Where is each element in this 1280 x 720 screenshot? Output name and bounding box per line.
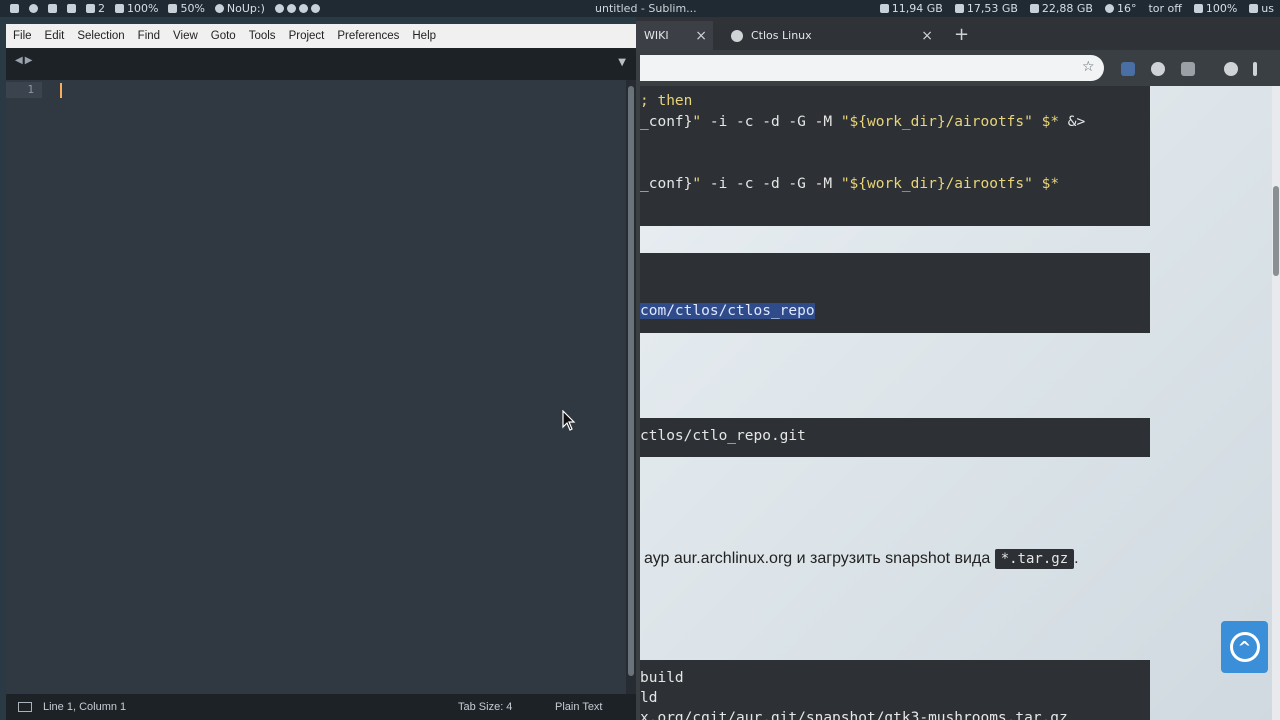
menu-goto[interactable]: Goto	[204, 24, 242, 48]
bookmark-star-icon[interactable]: ☆	[1082, 59, 1095, 75]
text-editor-area[interactable]: 1	[6, 80, 626, 694]
browser-tab-wiki[interactable]: WIKI ×	[636, 21, 713, 50]
prev-icon[interactable]	[274, 4, 284, 13]
page-scrollbar[interactable]	[1272, 86, 1280, 720]
browser-tab-strip: WIKI × Ctlos Linux × +	[636, 17, 1280, 50]
active-window-title: untitled - Sublim...	[595, 2, 697, 15]
menu-preferences[interactable]: Preferences	[330, 24, 405, 48]
editor-tab-bar: ◀▶ ▼	[6, 48, 636, 80]
workspace-indicator[interactable]: 2	[86, 2, 105, 15]
browser-tab-ctlos[interactable]: Ctlos Linux ×	[723, 21, 939, 50]
browser-window: WIKI × Ctlos Linux × + ☆ ; then _conf}" …	[636, 17, 1280, 720]
system-top-bar: 2 100% 50% NoUp:) untitled - Sublim... 1…	[0, 0, 1280, 17]
speaker-icon	[1193, 4, 1203, 13]
menu-icon[interactable]	[10, 4, 19, 13]
cpu-indicator: 100%	[115, 2, 158, 15]
keyboard-layout-indicator[interactable]: us	[1249, 2, 1274, 15]
disk-icon	[879, 4, 889, 13]
disk-indicator-1: 11,94 GB	[879, 2, 943, 15]
play-icon[interactable]	[286, 4, 296, 13]
temperature-indicator: 16°	[1104, 2, 1136, 15]
address-bar[interactable]	[640, 55, 1104, 81]
disk-indicator-2: 17,53 GB	[954, 2, 1018, 15]
memory-icon	[168, 4, 178, 13]
extension-icon[interactable]	[1151, 62, 1165, 76]
stop-icon[interactable]	[298, 4, 308, 13]
next-icon[interactable]	[310, 4, 320, 13]
chevron-up-icon: ^	[1229, 632, 1260, 662]
scrollbar-thumb[interactable]	[628, 86, 634, 676]
code-line: ctlos/ctlo_repo.git	[640, 428, 806, 444]
mouse-pointer-icon	[562, 410, 576, 431]
code-line: _conf}" -i -c -d -G -M "${work_dir}/airo…	[640, 114, 1086, 130]
inline-code: *.tar.gz	[994, 549, 1075, 569]
updates-indicator[interactable]: NoUp:)	[214, 2, 265, 15]
syntax-selector[interactable]: Plain Text	[555, 701, 603, 713]
keyboard-icon	[1249, 4, 1259, 13]
code-block: build ld x.org/cgit/aur.git/snapshot/gtk…	[640, 660, 1150, 720]
kebab-menu-icon[interactable]	[1253, 62, 1257, 76]
menu-project[interactable]: Project	[282, 24, 331, 48]
sublime-text-window: File Edit Selection Find View Goto Tools…	[6, 24, 636, 720]
menu-bar: File Edit Selection Find View Goto Tools…	[6, 24, 636, 48]
menu-view[interactable]: View	[166, 24, 204, 48]
menu-edit[interactable]: Edit	[38, 24, 71, 48]
code-block: com/ctlos/ctlos_repo	[640, 253, 1150, 333]
tor-indicator[interactable]: tor off	[1148, 2, 1181, 15]
refresh-icon	[214, 4, 224, 13]
code-line: x.org/cgit/aur.git/snapshot/gtk3-mushroo…	[640, 710, 1068, 720]
code-line: ld	[640, 690, 658, 706]
paragraph: аур aur.archlinux.org и загрузить snapsh…	[644, 549, 1079, 569]
panel-toggle-icon[interactable]	[18, 702, 32, 712]
code-block: ; then _conf}" -i -c -d -G -M "${work_di…	[640, 86, 1150, 226]
code-line: _conf}" -i -c -d -G -M "${work_dir}/airo…	[640, 176, 1060, 192]
menu-help[interactable]: Help	[405, 24, 442, 48]
profile-icon[interactable]	[1224, 62, 1238, 76]
disk-icon	[1029, 4, 1039, 13]
web-page-content: ; then _conf}" -i -c -d -G -M "${work_di…	[640, 86, 1280, 720]
tab-size-selector[interactable]: Tab Size: 4	[458, 701, 512, 713]
new-tab-button[interactable]: +	[954, 24, 969, 45]
disk-icon	[954, 4, 964, 13]
extension-icon[interactable]	[1121, 62, 1135, 76]
tab-navigation[interactable]: ◀▶	[15, 55, 34, 66]
status-bar: Line 1, Column 1 Tab Size: 4 Plain Text	[6, 694, 636, 720]
settings-icon[interactable]	[29, 4, 38, 13]
volume-indicator[interactable]: 100%	[1193, 2, 1237, 15]
text-caret	[60, 83, 62, 98]
mail-icon	[86, 4, 95, 13]
editor-scrollbar[interactable]	[626, 80, 636, 694]
scroll-to-top-button[interactable]: ^	[1221, 621, 1268, 673]
battery-icon	[115, 4, 124, 13]
rss-icon[interactable]	[67, 4, 76, 13]
shield-icon[interactable]	[1181, 62, 1195, 76]
line-gutter: 1	[6, 80, 56, 694]
close-tab-icon[interactable]: ×	[695, 28, 707, 44]
disk-indicator-3: 22,88 GB	[1029, 2, 1093, 15]
code-line: ; then	[640, 93, 693, 109]
menu-selection[interactable]: Selection	[70, 24, 130, 48]
scrollbar-thumb[interactable]	[1273, 186, 1279, 276]
code-line: com/ctlos/ctlos_repo	[640, 303, 815, 319]
browser-toolbar: ☆	[636, 50, 1280, 86]
cursor-position: Line 1, Column 1	[43, 701, 127, 713]
menu-file[interactable]: File	[6, 24, 38, 48]
mem-indicator: 50%	[168, 2, 205, 15]
media-controls[interactable]	[274, 4, 320, 13]
code-block: ctlos/ctlo_repo.git	[640, 418, 1150, 457]
tab-list-dropdown-icon[interactable]: ▼	[618, 57, 626, 68]
line-number: 1	[6, 82, 42, 98]
menu-tools[interactable]: Tools	[242, 24, 282, 48]
github-icon	[731, 29, 743, 42]
terminal-icon[interactable]	[48, 4, 57, 13]
menu-find[interactable]: Find	[131, 24, 166, 48]
code-line: build	[640, 670, 684, 686]
thermometer-icon	[1104, 4, 1114, 13]
close-tab-icon[interactable]: ×	[921, 28, 933, 44]
